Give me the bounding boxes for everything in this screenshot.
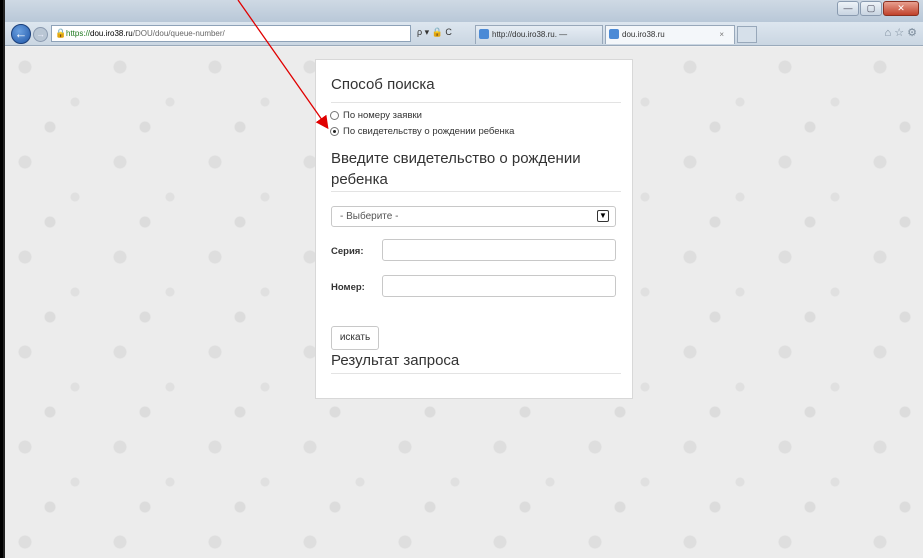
radio-unchecked-icon[interactable] (330, 111, 339, 120)
radio-by-application-number[interactable]: По номеру заявки (330, 110, 422, 121)
address-scheme: https:// (66, 29, 91, 38)
forward-button[interactable]: → (33, 27, 48, 42)
title-bar: — ▢ ✕ (5, 0, 923, 22)
window-controls: — ▢ ✕ (837, 1, 919, 16)
arrow-left-icon: ← (14, 26, 28, 41)
tab-label: dou.iro38.ru (622, 30, 665, 39)
result-title: Результат запроса (331, 352, 460, 369)
browser-window: — ▢ ✕ ← → 🔒 https://dou.iro38.ru/DOU/dou… (3, 0, 923, 558)
number-input[interactable] (382, 275, 616, 297)
radio-label: По номеру заявки (343, 110, 422, 121)
back-button[interactable]: ← (11, 24, 31, 44)
number-label: Номер: (331, 282, 365, 293)
close-button[interactable]: ✕ (883, 1, 919, 16)
address-host: dou.iro38.ru (90, 29, 133, 38)
navigation-bar: ← → 🔒 https://dou.iro38.ru/DOU/dou/queue… (5, 22, 923, 56)
certificate-type-select[interactable]: - Выберите - ▼ (331, 206, 616, 227)
lock-icon: 🔒 (55, 28, 67, 38)
certificate-title-line1: Введите свидетельство о рождении (331, 150, 581, 167)
radio-checked-icon[interactable] (330, 127, 339, 136)
tab-dou[interactable]: dou.iro38.ru × (605, 25, 735, 44)
page-viewport: Способ поиска По номеру заявки По свидет… (5, 47, 923, 558)
divider (331, 102, 621, 103)
maximize-button[interactable]: ▢ (860, 1, 882, 16)
chevron-down-icon: ▼ (597, 210, 609, 222)
series-input[interactable] (382, 239, 616, 261)
divider (331, 373, 621, 374)
address-path: /DOU/dou/queue-number/ (132, 29, 225, 38)
divider (331, 191, 621, 192)
arrow-right-icon: → (36, 29, 45, 39)
series-label: Серия: (331, 246, 364, 257)
favicon-icon (609, 29, 619, 39)
address-tools[interactable]: ρ ▾ 🔒 C (417, 27, 452, 38)
tab-close-icon[interactable]: × (719, 26, 724, 43)
select-value: - Выберите - (340, 211, 399, 222)
certificate-title-line2: ребенка (331, 171, 388, 188)
radio-by-birth-certificate[interactable]: По свидетельству о рождении ребенка (330, 126, 514, 137)
new-tab-button[interactable] (737, 26, 757, 43)
search-button[interactable]: искать (331, 326, 379, 350)
favicon-icon (479, 29, 489, 39)
search-card: Способ поиска По номеру заявки По свидет… (315, 59, 633, 399)
radio-label: По свидетельству о рождении ребенка (343, 126, 515, 137)
tab-yandex[interactable]: http://dou.iro38.ru. — Яндекс... (475, 25, 603, 56)
home-favorites-settings-icons[interactable]: ⌂ ☆ ⚙ (885, 26, 917, 39)
search-method-title: Способ поиска (331, 76, 435, 93)
address-bar[interactable]: 🔒 https://dou.iro38.ru/DOU/dou/queue-num… (51, 25, 411, 42)
minimize-button[interactable]: — (837, 1, 859, 16)
